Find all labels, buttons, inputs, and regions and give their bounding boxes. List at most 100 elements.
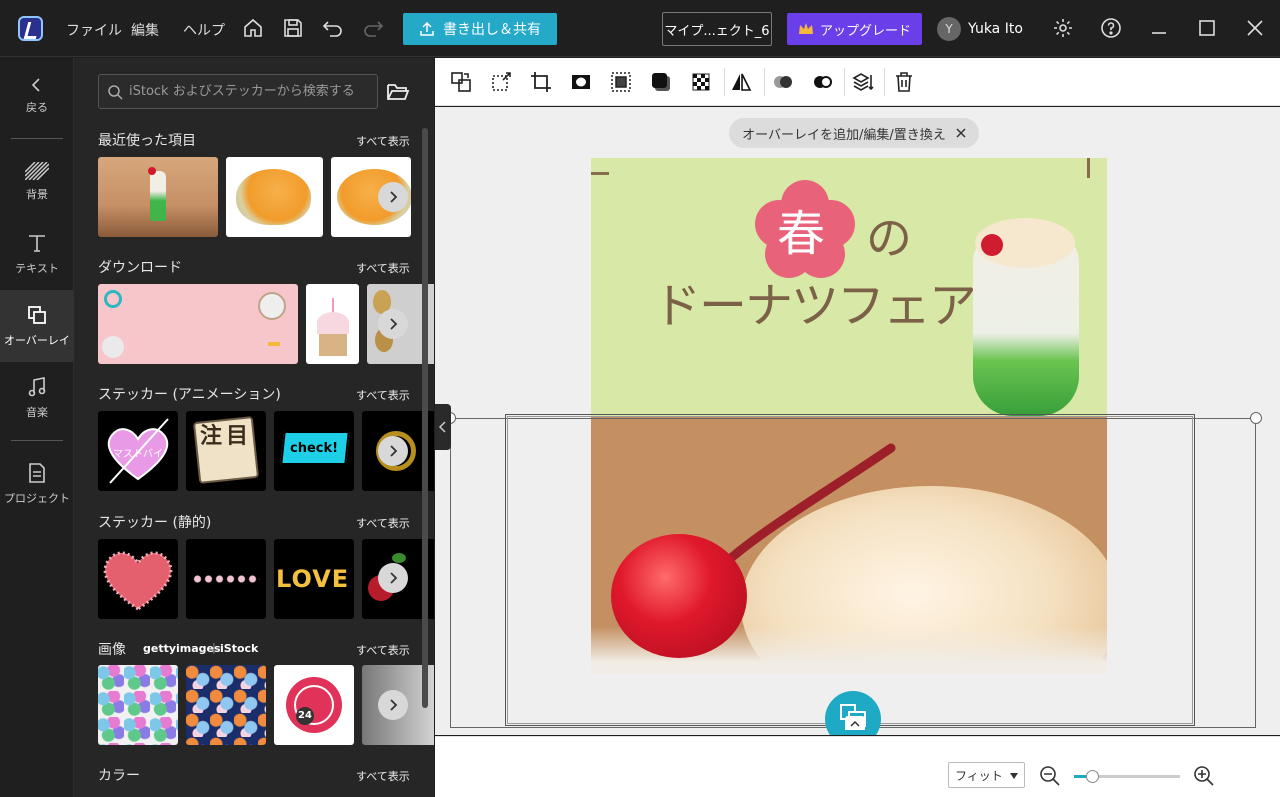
settings-gear-icon[interactable] [1052,17,1074,39]
thumb-glitter-heart[interactable] [98,539,178,619]
zoom-out-icon[interactable] [1039,765,1061,787]
overlay-hint-chip[interactable]: オーバーレイを追加/編集/置き換え [729,118,979,148]
blend-mode-2-icon[interactable] [812,71,834,93]
overlay-selection-frame[interactable] [505,414,1195,726]
home-icon[interactable] [242,17,264,39]
close-icon[interactable] [1244,17,1266,39]
rail-back-label: 戻る [26,101,48,114]
replace-icon[interactable] [450,71,472,93]
search-box[interactable] [98,74,378,109]
expand-timeline-button[interactable] [845,716,865,730]
upgrade-label: アップグレード [819,23,911,39]
rail-back[interactable]: 戻る [0,60,74,132]
help-icon[interactable] [1100,17,1122,39]
sticker-static-see-all-link[interactable]: すべて表示 [356,515,410,531]
crop-icon[interactable] [530,71,552,93]
border-icon[interactable] [610,71,632,93]
rail-background[interactable]: 背景 [0,146,74,218]
thumb-cream-soda[interactable] [98,157,218,237]
thumb-sticker-check[interactable]: check! [274,411,354,491]
chevron-right-icon [390,191,398,203]
gettyimages-logo: gettyimages [143,642,221,655]
opacity-checker-icon[interactable] [690,71,712,93]
recent-see-all-link[interactable]: すべて表示 [356,133,410,149]
download-see-all-link[interactable]: すべて表示 [356,260,410,276]
zoom-slider[interactable] [1074,770,1180,783]
thumb-sticker-heart[interactable]: マストバイ [98,411,178,491]
collapse-panel-button[interactable] [435,404,451,450]
chevron-left-icon [438,421,446,433]
menu-file[interactable]: ファイル [66,20,122,40]
design-banner[interactable]: 春 の ドーナツフェア [591,158,1107,416]
menu-edit[interactable]: 編集 [131,20,159,40]
shadow-icon[interactable] [650,71,672,93]
image-see-all-link[interactable]: すべて表示 [356,642,410,658]
sticker-anim-see-all-link[interactable]: すべて表示 [356,387,410,403]
mask-icon[interactable] [570,71,592,93]
sticker-anim-next-button[interactable] [378,436,408,466]
minimize-icon[interactable] [1148,17,1170,39]
text-t-icon [29,235,45,252]
download-next-button[interactable] [378,309,408,339]
recent-thumbs [98,157,411,237]
rail-divider [11,440,63,441]
thumb-floral-white[interactable] [98,665,178,745]
rail-text[interactable]: テキスト [0,218,74,290]
sticker-static-next-button[interactable] [378,563,408,593]
rail-music[interactable]: 音楽 [0,362,74,434]
zoom-in-icon[interactable] [1193,765,1215,787]
rail-project[interactable]: プロジェクト [0,448,74,520]
upgrade-button[interactable]: アップグレード [787,13,922,45]
search-icon [108,84,123,100]
blend-mode-icon[interactable] [772,71,794,93]
section-sticker-static-title: ステッカー (静的) [98,515,212,531]
thumb-clock[interactable]: 24 [274,665,354,745]
undo-icon[interactable] [322,17,344,39]
editor-canvas[interactable]: オーバーレイを追加/編集/置き換え 春 の ドーナツフェア [435,107,1280,735]
chevron-left-icon [31,78,40,92]
title-no: の [866,211,912,265]
thumb-sticker-notice[interactable]: 注目 [186,411,266,491]
maximize-icon[interactable] [1196,17,1218,39]
brand-divider: | [212,641,216,654]
layer-order-icon[interactable] [852,71,874,93]
section-recent-title: 最近使った項目 [98,133,196,149]
image-next-button[interactable] [378,690,408,720]
thumb-cupcake[interactable] [306,284,359,364]
zoom-mode-select[interactable]: フィット [948,762,1025,788]
thumb-melon[interactable] [226,157,323,237]
section-sticker-anim-title: ステッカー (アニメーション) [98,387,281,403]
search-input[interactable] [129,84,369,99]
overlay-icon [28,306,46,324]
close-chip-icon[interactable] [956,128,966,138]
folder-open-icon[interactable] [386,82,410,102]
toolbar-divider [844,68,845,96]
rail-overlay[interactable]: オーバーレイ [0,290,74,362]
zoom-slider-knob[interactable] [1086,770,1100,783]
project-name-button[interactable]: マイプ...ェクト_6 [662,12,772,46]
recent-next-button[interactable] [378,182,408,212]
document-icon [29,463,45,483]
trash-icon[interactable] [893,71,915,93]
flip-icon[interactable] [730,71,752,93]
section-download-title: ダウンロード [98,260,182,276]
menu-help[interactable]: ヘルプ [183,20,225,40]
panel-scrollbar[interactable] [422,128,428,708]
overlay-hint-label: オーバーレイを追加/編集/置き換え [742,127,946,143]
thumb-dots[interactable] [186,539,266,619]
thumb-love[interactable]: LOVE [274,539,354,619]
cherry-small [981,234,1003,256]
transform-icon[interactable] [490,71,512,93]
chevron-up-icon [850,720,860,727]
user-name[interactable]: Yuka Ito [968,21,1023,37]
color-see-all-link[interactable]: すべて表示 [356,768,410,784]
resize-handle-top-right[interactable] [1250,412,1262,424]
caret-down-icon [1010,773,1018,779]
thumb-pink-party[interactable] [98,284,298,364]
redo-icon[interactable] [362,17,384,39]
export-share-button[interactable]: 書き出し＆共有 [403,13,557,45]
avatar[interactable]: Y [937,17,961,41]
left-rail: 戻る 背景 テキスト オーバーレイ 音楽 プロジェクト [0,58,74,797]
thumb-floral-navy[interactable] [186,665,266,745]
save-icon[interactable] [282,17,304,39]
